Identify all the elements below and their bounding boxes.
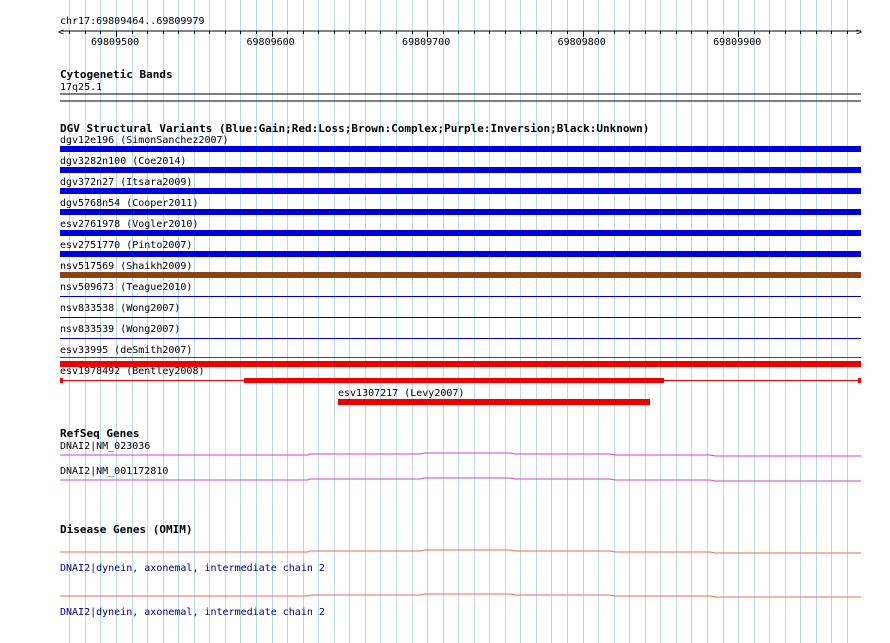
ruler-tick-label: 69809700	[402, 37, 450, 48]
ruler-tick-label: 69809600	[247, 37, 295, 48]
dgv-variant-row[interactable]: dgv12e196 (SimonSanchez2007)	[60, 135, 861, 152]
dgv-variant-bar[interactable]	[60, 146, 861, 152]
dgv-variant-label: dgv5768n54 (Cooper2011)	[60, 198, 198, 209]
dgv-variant-label: esv1978492 (Bentley2008)	[60, 366, 205, 377]
refseq-gene-row[interactable]: DNAI2|NM_023036	[60, 441, 861, 457]
dgv-variant-bar[interactable]	[60, 272, 861, 278]
dgv-variant-label: dgv3282n100 (Coe2014)	[60, 156, 186, 167]
genome-browser-view: chr17:69809464..69809979 < > 69809500 698…	[58, 0, 862, 643]
cytoband-label: 17q25.1	[60, 82, 102, 93]
dgv-variant-label: esv2761978 (Vogler2010)	[60, 219, 198, 230]
dgv-variant-bar[interactable]	[60, 167, 861, 173]
dgv-variant-bar[interactable]	[60, 230, 861, 236]
omim-gene-model[interactable]	[60, 593, 861, 598]
dgv-variant-row[interactable]: esv2761978 (Vogler2010)	[60, 219, 861, 236]
region-label: chr17:69809464..69809979	[60, 16, 205, 27]
dgv-variant-row[interactable]: esv2751770 (Pinto2007)	[60, 240, 861, 257]
dgv-variant-bar[interactable]	[60, 188, 861, 194]
ruler-tick-label: 69809500	[91, 37, 139, 48]
dgv-variant-label: dgv12e196 (SimonSanchez2007)	[60, 135, 229, 146]
omim-track: Disease Genes (OMIM) DNAI2|dynein, axone…	[60, 523, 861, 618]
dgv-variant-label: nsv517569 (Shaikh2009)	[60, 261, 192, 272]
cytogenetic-title: Cytogenetic Bands	[60, 68, 173, 81]
cytogenetic-track: Cytogenetic Bands 17q25.1	[60, 68, 861, 102]
dgv-variant-label: dgv372n27 (Itsara2009)	[60, 177, 192, 188]
dgv-variant-bar[interactable]	[338, 399, 650, 405]
omim-title: Disease Genes (OMIM)	[60, 523, 192, 536]
refseq-gene-model[interactable]	[60, 477, 861, 482]
dgv-variant-label: esv33995 (deSmith2007)	[60, 345, 192, 356]
dgv-variant-label: nsv833539 (Wong2007)	[60, 324, 180, 335]
refseq-gene-label: DNAI2|NM_001172810	[60, 466, 168, 477]
omim-rows: DNAI2|dynein, axonemal, intermediate cha…	[60, 549, 861, 618]
dgv-variant-row[interactable]: esv1978492 (Bentley2008)	[60, 366, 861, 383]
omim-gene-row[interactable]: DNAI2|dynein, axonemal, intermediate cha…	[60, 593, 861, 618]
dgv-title: DGV Structural Variants (Blue:Gain;Red:L…	[60, 122, 649, 135]
refseq-gene-label: DNAI2|NM_023036	[60, 441, 150, 452]
omim-gene-row[interactable]: DNAI2|dynein, axonemal, intermediate cha…	[60, 549, 861, 574]
ruler-tick-label: 69809800	[558, 37, 606, 48]
omim-gene-model[interactable]	[60, 549, 861, 554]
dgv-variant-row[interactable]: dgv3282n100 (Coe2014)	[60, 156, 861, 173]
ruler-tick-label: 69809900	[713, 37, 761, 48]
ruler-right-arrow: >	[856, 27, 862, 38]
refseq-rows: DNAI2|NM_023036 DNAI2|NM_001172810	[60, 441, 861, 482]
refseq-title: RefSeq Genes	[60, 427, 139, 440]
dgv-variant-row[interactable]: esv33995 (deSmith2007)	[60, 345, 861, 367]
dgv-variant-row[interactable]: nsv833538 (Wong2007)	[60, 303, 861, 318]
omim-gene-label: DNAI2|dynein, axonemal, intermediate cha…	[60, 563, 325, 574]
dgv-variant-end-cap	[60, 378, 63, 383]
dgv-variant-row[interactable]: nsv517569 (Shaikh2009)	[60, 261, 861, 278]
omim-gene-label: DNAI2|dynein, axonemal, intermediate cha…	[60, 607, 325, 618]
dgv-variant-row[interactable]: dgv372n27 (Itsara2009)	[60, 177, 861, 194]
dgv-variant-label: esv1307217 (Levy2007)	[338, 388, 464, 399]
refseq-gene-model[interactable]	[60, 452, 861, 457]
dgv-variant-row[interactable]: esv1307217 (Levy2007)	[338, 388, 650, 405]
dgv-variant-end-cap	[858, 378, 861, 383]
dgv-variant-row[interactable]: nsv509673 (Teague2010)	[60, 282, 861, 297]
ruler-left-arrow: <	[58, 27, 64, 38]
dgv-variant-bar[interactable]	[244, 378, 664, 383]
dgv-track: DGV Structural Variants (Blue:Gain;Red:L…	[60, 122, 861, 405]
grid-lines	[69, 0, 848, 643]
dgv-rows: dgv12e196 (SimonSanchez2007) dgv3282n100 …	[60, 135, 861, 405]
dgv-variant-label: nsv509673 (Teague2010)	[60, 282, 192, 293]
dgv-variant-row[interactable]: dgv5768n54 (Cooper2011)	[60, 198, 861, 215]
refseq-gene-row[interactable]: DNAI2|NM_001172810	[60, 466, 861, 482]
dgv-variant-bar[interactable]	[60, 209, 861, 215]
refseq-track: RefSeq Genes DNAI2|NM_023036 DNAI2|NM_001…	[60, 427, 861, 482]
dgv-variant-label: esv2751770 (Pinto2007)	[60, 240, 192, 251]
dgv-variant-row[interactable]: nsv833539 (Wong2007)	[60, 324, 861, 339]
dgv-variant-label: nsv833538 (Wong2007)	[60, 303, 180, 314]
dgv-variant-bar[interactable]	[60, 251, 861, 257]
